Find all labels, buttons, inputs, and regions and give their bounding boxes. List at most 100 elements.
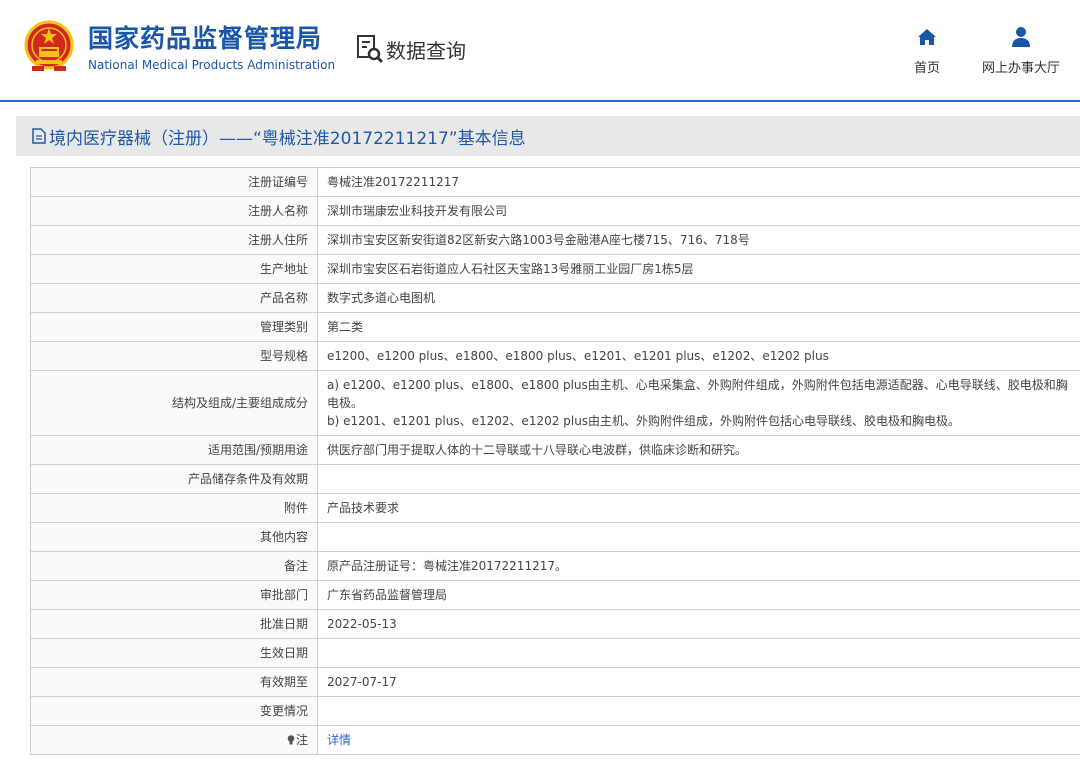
field-value: 产品技术要求 [317,493,1080,523]
field-value: 数字式多道心电图机 [317,283,1080,313]
field-label: 生产地址 [30,254,318,284]
document-search-icon [357,35,384,64]
lightbulb-icon [287,735,295,745]
agency-name-cn: 国家药品监督管理局 [88,24,323,53]
field-label-text: 注册证编号 [247,175,308,189]
field-label-text: 附件 [283,501,308,515]
field-label: 注册人住所 [30,225,318,255]
table-row: 注册人住所 深圳市宝安区新安街道82区新安六路1003号金融港A座七楼715、71… [30,225,1080,255]
field-label-text: 适用范围/预期用途 [207,443,308,457]
table-row: 审批部门 广东省药品监督管理局 [30,580,1080,610]
field-label: 审批部门 [30,580,318,610]
field-label: 注册证编号 [30,167,318,197]
field-label-text: 注册人住所 [247,233,308,247]
field-label-text: 备注 [283,559,308,573]
table-row: 产品储存条件及有效期 [30,464,1080,494]
nav-online-service-hall[interactable]: 网上办事大厅 [982,26,1060,76]
field-value: 广东省药品监督管理局 [317,580,1080,610]
field-value: 深圳市宝安区新安街道82区新安六路1003号金融港A座七楼715、716、718… [317,225,1080,255]
field-label-text: 审批部门 [259,588,308,602]
field-value [317,522,1080,552]
registration-info-table: 注册证编号 粤械注准20172211217 注册人名称 深圳市瑞康宏业科技开发有限公司… [30,167,1080,755]
field-label-text: 产品名称 [259,291,308,305]
field-value-text: 2022-05-13 [327,617,397,631]
field-label: 管理类别 [30,312,318,342]
table-row: 结构及组成/主要组成成分 a) e1200、e1200 plus、e1800、e1… [30,370,1080,436]
field-value: 深圳市宝安区石岩街道应人石社区天宝路13号雅丽工业园厂房1栋5层 [317,254,1080,284]
table-row: 适用范围/预期用途 供医疗部门用于提取人体的十二导联或十八导联心电波群，供临床诊断… [30,435,1080,465]
table-row: 附件 产品技术要求 [30,493,1080,523]
agency-brand[interactable]: 国家药品监督管理局 National Medical Products Admi… [88,24,335,72]
field-value-text: 产品技术要求 [327,501,400,515]
field-value: 2022-05-13 [317,609,1080,639]
field-label: 适用范围/预期用途 [30,435,318,465]
field-label: 备注 [30,551,318,581]
field-value: 原产品注册证号：粤械注准20172211217。 [317,551,1080,581]
field-label: 有效期至 [30,667,318,697]
table-row: 型号规格 e1200、e1200 plus、e1800、e1800 plus、e1… [30,341,1080,371]
field-value [317,464,1080,494]
page-title: 境内医疗器械（注册）——“粤械注准20172211217”基本信息 [49,128,526,149]
field-label: 注册人名称 [30,196,318,226]
field-label: 产品名称 [30,283,318,313]
field-value-line: a) e1200、e1200 plus、e1800、e1800 plus由主机、… [327,378,1068,410]
field-label: 附件 [30,493,318,523]
field-value: 粤械注准20172211217 [317,167,1080,197]
table-row: 变更情况 [30,696,1080,726]
table-row: 注册人名称 深圳市瑞康宏业科技开发有限公司 [30,196,1080,226]
user-icon [1012,27,1030,47]
table-row: 有效期至 2027-07-17 [30,667,1080,697]
field-label-text: 有效期至 [259,675,308,689]
field-label-text: 产品储存条件及有效期 [187,472,308,486]
data-query-heading: 数据查询 [356,34,466,64]
details-link[interactable]: 详情 [327,733,351,747]
nav-home[interactable]: 首页 [914,26,940,76]
page-title-bar: 境内医疗器械（注册）——“粤械注准20172211217”基本信息 [16,116,1080,156]
field-label-text: 注 [295,733,308,747]
field-value: 详情 [317,725,1080,755]
field-value-text: 原产品注册证号：粤械注准20172211217。 [327,559,567,573]
field-value-text: e1200、e1200 plus、e1800、e1800 plus、e1201、… [327,349,829,363]
field-value-text: 数字式多道心电图机 [327,291,436,305]
field-label-text: 结构及组成/主要组成成分 [171,396,308,410]
data-query-label: 数据查询 [386,38,466,63]
field-label: 批准日期 [30,609,318,639]
table-row: 备注 原产品注册证号：粤械注准20172211217。 [30,551,1080,581]
table-row: 产品名称 数字式多道心电图机 [30,283,1080,313]
field-label-text: 变更情况 [259,704,308,718]
home-icon [918,29,936,45]
field-label: 结构及组成/主要组成成分 [30,370,318,436]
field-label: 注 [30,725,318,755]
field-label-text: 管理类别 [259,320,308,334]
national-emblem-icon [24,20,74,71]
field-value-text: 2027-07-17 [327,675,397,689]
field-label-text: 生效日期 [259,646,308,660]
field-value: 第二类 [317,312,1080,342]
field-value-text: 供医疗部门用于提取人体的十二导联或十八导联心电波群，供临床诊断和研究。 [327,443,748,457]
table-row: 注册证编号 粤械注准20172211217 [30,167,1080,197]
field-value: 深圳市瑞康宏业科技开发有限公司 [317,196,1080,226]
field-label-text: 注册人名称 [247,204,308,218]
field-value-text: 深圳市瑞康宏业科技开发有限公司 [327,204,508,218]
field-label: 型号规格 [30,341,318,371]
field-value-text: 深圳市宝安区新安街道82区新安六路1003号金融港A座七楼715、716、718… [327,233,750,247]
field-label-text: 其他内容 [259,530,308,544]
site-header: 国家药品监督管理局 National Medical Products Admi… [0,0,1080,102]
field-value-text: 第二类 [327,320,364,334]
field-value-line: b) e1201、e1201 plus、e1202、e1202 plus由主机、… [327,414,961,428]
field-label: 其他内容 [30,522,318,552]
field-label: 变更情况 [30,696,318,726]
field-label-text: 批准日期 [259,617,308,631]
nav-online-service-label: 网上办事大厅 [982,61,1061,76]
field-value [317,696,1080,726]
table-row: 批准日期 2022-05-13 [30,609,1080,639]
document-icon [32,128,46,144]
table-row: 其他内容 [30,522,1080,552]
field-value: e1200、e1200 plus、e1800、e1800 plus、e1201、… [317,341,1080,371]
table-row: 管理类别 第二类 [30,312,1080,342]
agency-name-en: National Medical Products Administration [88,58,336,72]
field-label-text: 型号规格 [259,349,308,363]
field-value: 供医疗部门用于提取人体的十二导联或十八导联心电波群，供临床诊断和研究。 [317,435,1080,465]
field-value: 2027-07-17 [317,667,1080,697]
field-value-text: 广东省药品监督管理局 [327,588,448,602]
